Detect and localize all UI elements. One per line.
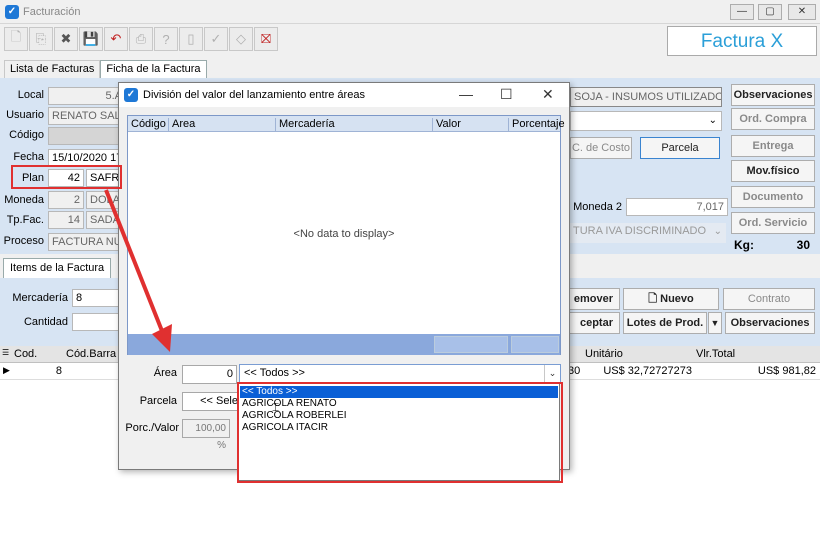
arrow-line (104, 189, 166, 337)
annotation-arrow (104, 189, 172, 352)
